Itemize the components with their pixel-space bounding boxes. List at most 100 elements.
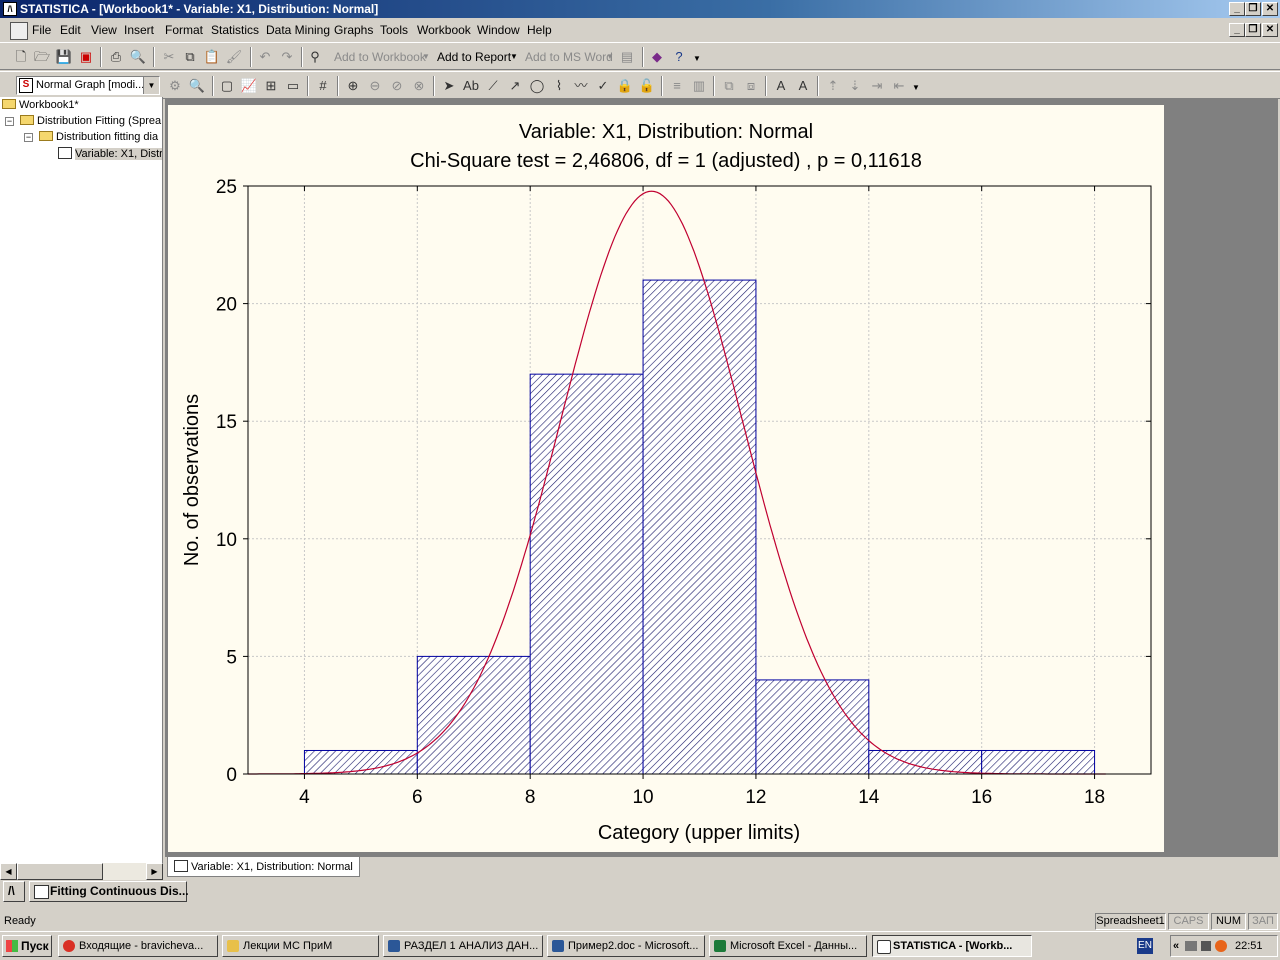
chart-icon[interactable]: 📈 <box>240 77 258 95</box>
task-excel[interactable]: Microsoft Excel - Данны... <box>709 935 867 957</box>
align-icon[interactable]: ≡ <box>668 77 686 95</box>
tree-horizontal-scrollbar[interactable]: ◀ ▶ <box>0 863 163 880</box>
grid-icon[interactable]: # <box>314 77 332 95</box>
sort-desc-icon[interactable]: ⇣ <box>846 77 864 95</box>
graph-frame-icon[interactable]: ▭ <box>284 77 302 95</box>
add-to-report-button[interactable]: Add to Report <box>437 50 511 64</box>
scroll-left-icon[interactable]: ◀ <box>0 863 17 880</box>
tree-collapse-icon[interactable]: − <box>5 117 14 126</box>
ms-word-export-icon[interactable]: ▤ <box>618 48 636 66</box>
brush-icon[interactable]: ✓ <box>594 77 612 95</box>
bring-front-icon[interactable]: ⧉ <box>720 77 738 95</box>
start-button[interactable]: Пуск <box>2 935 52 957</box>
menu-workbook[interactable]: Workbook <box>417 23 471 37</box>
zoom-icon[interactable]: 🔍 <box>188 77 206 95</box>
chevron-down-icon[interactable]: ▼ <box>143 77 159 94</box>
graph-page[interactable]: Variable: X1, Distribution: Normal Chi-S… <box>168 105 1164 852</box>
menu-statistics[interactable]: Statistics <box>211 23 259 37</box>
zoom-reset-icon[interactable]: ⊗ <box>410 77 428 95</box>
zoom-fit-icon[interactable]: ⊘ <box>388 77 406 95</box>
find-binoculars-icon[interactable]: ⚲ <box>306 48 324 66</box>
menu-insert[interactable]: Insert <box>124 23 154 37</box>
add-to-workbook-button[interactable]: Add to Workbook <box>334 50 426 64</box>
histogram-bar[interactable] <box>529 373 644 775</box>
sort-asc-icon[interactable]: ⇡ <box>824 77 842 95</box>
zoom-out-icon[interactable]: ⊖ <box>366 77 384 95</box>
tree-root[interactable]: Workbook1* <box>2 99 79 111</box>
statistica-app-icon[interactable]: /\ <box>3 2 17 16</box>
tab-graph[interactable]: Variable: X1, Distribution: Normal <box>167 857 360 877</box>
menu-view[interactable]: View <box>91 23 117 37</box>
close-button[interactable]: ✕ <box>1262 2 1278 16</box>
print-preview-icon[interactable]: 🔍 <box>129 48 147 66</box>
fitting-continuous-button[interactable]: Fitting Continuous Dis... <box>29 881 189 902</box>
histogram-bar[interactable] <box>981 749 1096 775</box>
font-decrease-icon[interactable]: A <box>794 77 812 95</box>
menu-file[interactable]: File <box>32 23 51 37</box>
graph-layout-icon[interactable]: ⊞ <box>262 77 280 95</box>
chevron-down-icon[interactable]: ▼ <box>693 54 701 63</box>
menu-window[interactable]: Window <box>477 23 520 37</box>
draw-freehand-icon[interactable]: 〰 <box>572 77 590 95</box>
font-increase-icon[interactable]: A <box>772 77 790 95</box>
paste-icon[interactable]: 📋 <box>203 48 221 66</box>
text-tool-icon[interactable]: Ab <box>462 77 480 95</box>
histogram-bar[interactable] <box>868 749 983 775</box>
menu-edit[interactable]: Edit <box>60 23 81 37</box>
tree-item-distribution-fitting[interactable]: Distribution Fitting (Sprea <box>20 115 161 127</box>
scroll-right-icon[interactable]: ▶ <box>146 863 163 880</box>
tree-item-distribution-dialog[interactable]: Distribution fitting dia <box>39 131 158 143</box>
menu-format[interactable]: Format <box>165 23 203 37</box>
document-menu-icon[interactable] <box>10 22 28 40</box>
tree-item-graph[interactable]: Variable: X1, Distri <box>58 147 162 160</box>
mdi-close-button[interactable]: ✕ <box>1262 23 1278 37</box>
open-folder-icon[interactable]: 🗁 <box>33 48 51 66</box>
chevron-down-icon[interactable]: ▼ <box>510 52 518 61</box>
save-icon[interactable]: 💾 <box>55 48 73 66</box>
task-folder[interactable]: Лекции МС ПриМ <box>222 935 379 957</box>
zoom-in-icon[interactable]: ⊕ <box>344 77 362 95</box>
new-file-icon[interactable]: 🗋 <box>12 48 30 66</box>
restore-button[interactable]: ❐ <box>1245 2 1261 16</box>
menu-data-mining[interactable]: Data Mining <box>266 23 330 37</box>
histogram-chart[interactable]: Variable: X1, Distribution: Normal Chi-S… <box>168 105 1164 852</box>
books-icon[interactable]: ◆ <box>648 48 666 66</box>
menu-tools[interactable]: Tools <box>380 23 408 37</box>
volume-icon[interactable] <box>1201 941 1211 951</box>
scroll-thumb[interactable] <box>17 863 103 880</box>
draw-arrow-icon[interactable]: ↗ <box>506 77 524 95</box>
chevron-down-icon[interactable]: ▼ <box>912 83 920 92</box>
chevron-down-icon[interactable]: ▼ <box>422 52 430 61</box>
format-painter-icon[interactable]: 🖌 <box>225 48 243 66</box>
lock-icon[interactable]: 🔒 <box>616 77 634 95</box>
draw-line-icon[interactable]: ⟋ <box>484 77 502 95</box>
help-pointer-icon[interactable]: ? <box>670 48 688 66</box>
analysis-bar-icon[interactable]: /\ <box>3 881 25 902</box>
draw-polyline-icon[interactable]: ⌇ <box>550 77 568 95</box>
add-to-ms-word-button[interactable]: Add to MS Word <box>525 50 613 64</box>
copy-icon[interactable]: ⧉ <box>181 48 199 66</box>
pointer-icon[interactable]: ➤ <box>440 77 458 95</box>
tree-collapse-icon[interactable]: − <box>24 133 33 142</box>
histogram-bar[interactable] <box>642 279 757 775</box>
cut-icon[interactable]: ✂ <box>160 48 178 66</box>
tray-expand-icon[interactable]: « <box>1173 936 1179 956</box>
minimize-button[interactable]: _ <box>1229 2 1245 16</box>
redo-icon[interactable]: ↷ <box>278 48 296 66</box>
send-back-icon[interactable]: ⧈ <box>742 77 760 95</box>
language-indicator[interactable]: EN <box>1137 938 1153 954</box>
indent-icon[interactable]: ⇥ <box>868 77 886 95</box>
task-word-2[interactable]: Пример2.doc - Microsoft... <box>547 935 705 957</box>
app-tray-icon[interactable] <box>1215 940 1227 952</box>
mdi-restore-button[interactable]: ❐ <box>1245 23 1261 37</box>
histogram-bar[interactable] <box>416 655 531 775</box>
task-word-1[interactable]: РАЗДЕЛ 1 АНАЛИЗ ДАН... <box>383 935 543 957</box>
task-browser[interactable]: Входящие - bravicheva... <box>58 935 218 957</box>
menu-graphs[interactable]: Graphs <box>334 23 373 37</box>
graph-window-icon[interactable]: ▢ <box>218 77 236 95</box>
pdf-icon[interactable]: ▣ <box>77 48 95 66</box>
draw-ellipse-icon[interactable]: ◯ <box>528 77 546 95</box>
network-icon[interactable] <box>1185 941 1197 951</box>
task-statistica[interactable]: STATISTICA - [Workb... <box>872 935 1032 957</box>
print-icon[interactable]: ⎙ <box>107 48 125 66</box>
